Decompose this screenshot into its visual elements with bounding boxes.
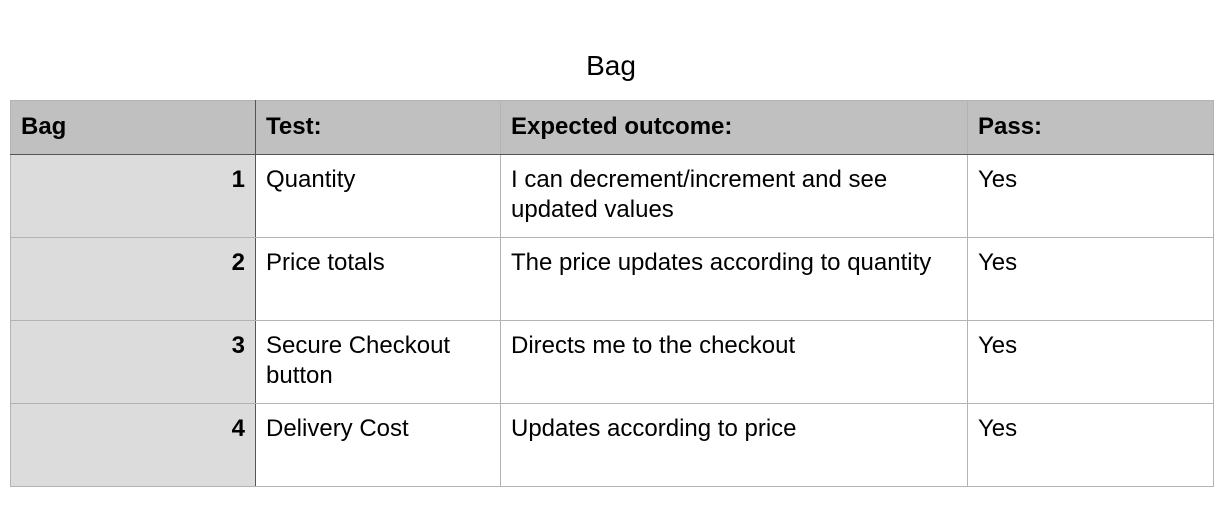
row-number-cell[interactable]: 2 [10, 237, 256, 321]
row-number-cell[interactable]: 1 [10, 154, 256, 238]
pass-cell[interactable]: Yes [967, 237, 1214, 321]
test-cell[interactable]: Secure Checkout button [255, 320, 501, 404]
expected-outcome-cell[interactable]: Updates according to price [500, 403, 968, 487]
table-row: 3 Secure Checkout button Directs me to t… [10, 320, 1214, 404]
expected-outcome-cell[interactable]: The price updates according to quantity [500, 237, 968, 321]
test-cell[interactable]: Quantity [255, 154, 501, 238]
row-number-cell[interactable]: 4 [10, 403, 256, 487]
expected-outcome-cell[interactable]: I can decrement/increment and see update… [500, 154, 968, 238]
test-cell[interactable]: Price totals [255, 237, 501, 321]
table-title: Bag [586, 50, 636, 81]
table-row: 1 Quantity I can decrement/increment and… [10, 154, 1214, 238]
header-cell-expected-outcome[interactable]: Expected outcome: [500, 100, 968, 155]
table-row: 4 Delivery Cost Updates according to pri… [10, 403, 1214, 487]
test-table: Bag Test: Expected outcome: Pass: 1 Quan… [10, 100, 1214, 487]
header-row: Bag Test: Expected outcome: Pass: [10, 100, 1214, 155]
pass-cell[interactable]: Yes [967, 320, 1214, 404]
pass-cell[interactable]: Yes [967, 154, 1214, 238]
header-cell-test[interactable]: Test: [255, 100, 501, 155]
header-cell-pass[interactable]: Pass: [967, 100, 1214, 155]
table-row: 2 Price totals The price updates accordi… [10, 237, 1214, 321]
expected-outcome-cell[interactable]: Directs me to the checkout [500, 320, 968, 404]
row-number-cell[interactable]: 3 [10, 320, 256, 404]
test-cell[interactable]: Delivery Cost [255, 403, 501, 487]
pass-cell[interactable]: Yes [967, 403, 1214, 487]
header-cell-bag[interactable]: Bag [10, 100, 256, 155]
